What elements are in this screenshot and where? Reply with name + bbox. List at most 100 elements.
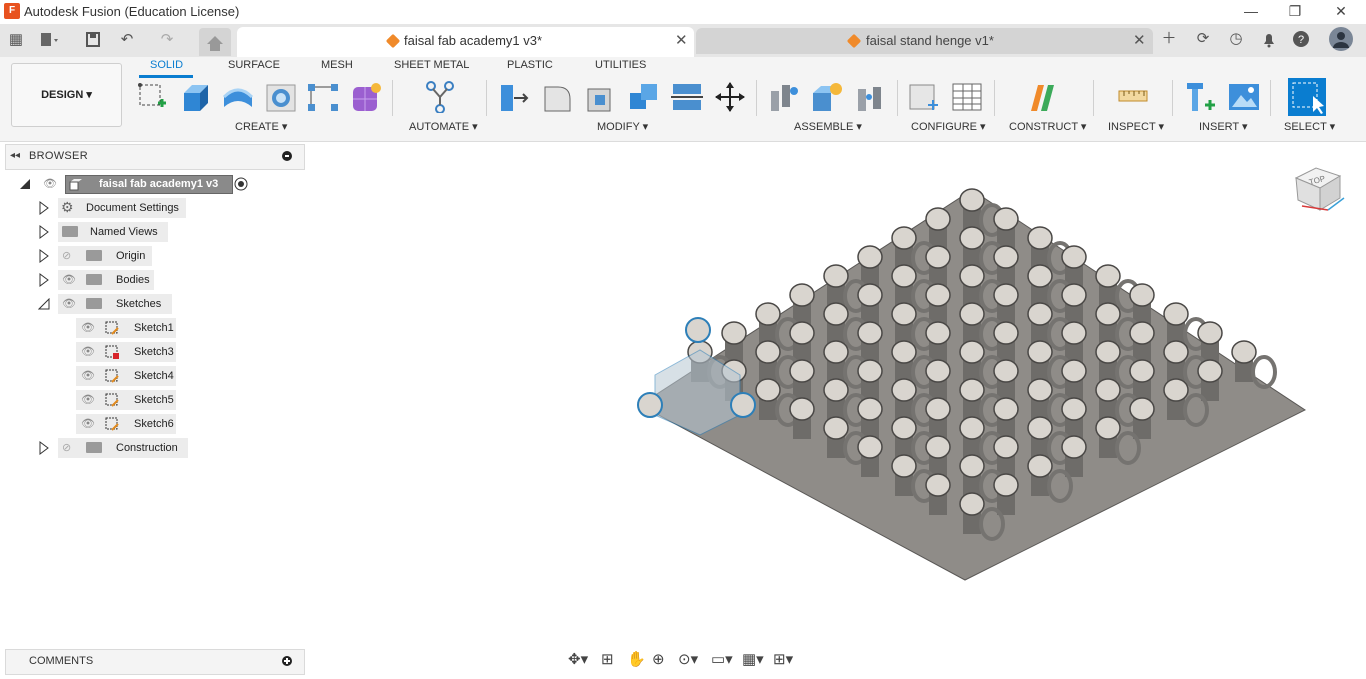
browser-item-document-settings[interactable]: ⚙ Document Settings [58,198,186,218]
press-pull-icon[interactable] [498,81,530,113]
browser-item-sketch6[interactable]: 👁 Sketch6 [76,414,176,434]
insert-image-icon[interactable] [1228,81,1260,113]
browser-item-sketches[interactable]: 👁 Sketches [58,294,172,314]
collapse-arrow-icon[interactable] [19,178,31,190]
close-tab-icon[interactable]: ✕ [675,31,688,49]
joint-icon[interactable] [768,81,800,113]
maximize-button[interactable]: ❐ [1272,0,1318,24]
insert-menu[interactable]: INSERT ▾ [1199,120,1248,133]
modify-menu[interactable]: MODIFY ▾ [597,120,648,133]
split-body-icon[interactable] [671,81,703,113]
expand-arrow-icon[interactable] [39,249,49,263]
assemble-menu[interactable]: ASSEMBLE ▾ [794,120,862,133]
insert-mcmaster-icon[interactable] [1185,81,1217,113]
tab-utilities[interactable]: UTILITIES [595,59,646,71]
visibility-eye-icon[interactable]: 👁 [81,345,95,358]
display-settings-icon[interactable]: ▭▾ [711,650,733,668]
add-comment-icon[interactable] [282,656,292,666]
browser-item-origin[interactable]: ⊘ Origin [58,246,152,266]
configure-menu[interactable]: CONFIGURE ▾ [911,120,986,133]
tab-faisal-fab-academy1[interactable]: faisal fab academy1 v3* ✕ [237,27,694,57]
offset-plane-icon[interactable] [1028,81,1060,113]
close-window-button[interactable]: ✕ [1318,0,1364,24]
tab-surface[interactable]: SURFACE [228,59,280,71]
undo-icon[interactable]: ↶ [116,30,138,50]
close-tab-icon[interactable]: ✕ [1133,31,1146,49]
automate-menu[interactable]: AUTOMATE ▾ [409,120,478,133]
expand-arrow-icon[interactable] [39,441,49,455]
visibility-eye-icon[interactable]: 👁 [81,393,95,406]
pan-hand-icon[interactable]: ✋ [627,650,646,668]
orbit-constrained-icon[interactable]: ✥▾ [568,650,588,668]
home-button[interactable] [199,28,231,56]
create-menu[interactable]: CREATE ▾ [235,120,287,133]
history-clock-icon[interactable]: ◷ [1225,29,1247,49]
viewcube[interactable]: TOP [1290,160,1348,218]
select-icon[interactable] [1288,78,1326,116]
visibility-eye-icon[interactable]: 👁 [43,177,57,190]
hidden-eye-icon[interactable]: ⊘ [62,249,71,262]
tab-mesh[interactable]: MESH [321,59,353,71]
user-avatar-icon[interactable] [1329,27,1353,51]
tab-faisal-stand-henge[interactable]: faisal stand henge v1* ✕ [696,28,1153,54]
browser-item-bodies[interactable]: 👁 Bodies [58,270,154,290]
move-icon[interactable] [714,81,746,113]
select-menu[interactable]: SELECT ▾ [1284,120,1335,133]
redo-icon[interactable]: ↷ [156,30,178,50]
browser-item-sketch3[interactable]: 👁 Sketch3 [76,342,176,362]
expand-arrow-icon[interactable] [39,201,49,215]
combine-icon[interactable] [628,81,660,113]
measure-icon[interactable] [1117,81,1149,113]
pattern-icon[interactable] [307,81,339,113]
job-status-icon[interactable]: ⟳ [1192,29,1214,49]
save-icon[interactable] [82,30,104,50]
browser-item-sketch4[interactable]: 👁 Sketch4 [76,366,176,386]
visibility-eye-icon[interactable]: 👁 [62,297,76,310]
configure-table-icon[interactable] [951,81,983,113]
grid-settings-icon[interactable]: ▦▾ [742,650,764,668]
file-menu-icon[interactable] [38,30,60,50]
activate-radio-icon[interactable] [234,177,248,191]
hole-icon[interactable] [265,81,297,113]
collapse-arrow-icon[interactable] [38,298,50,310]
hidden-eye-icon[interactable]: ⊘ [62,441,71,454]
create-sketch-icon[interactable] [136,81,168,113]
construct-menu[interactable]: CONSTRUCT ▾ [1009,120,1086,133]
data-panel-grid-icon[interactable]: ▦ [5,30,27,50]
look-at-icon[interactable]: ⊞ [601,650,614,668]
as-built-joint-icon[interactable] [855,81,887,113]
browser-item-sketch5[interactable]: 👁 Sketch5 [76,390,176,410]
visibility-eye-icon[interactable]: 👁 [62,273,76,286]
viewports-icon[interactable]: ⊞▾ [773,650,793,668]
browser-item-named-views[interactable]: Named Views [58,222,168,242]
extrude-icon[interactable] [180,81,212,113]
browser-minimize-icon[interactable] [282,151,292,161]
help-icon[interactable]: ? [1290,29,1312,49]
visibility-eye-icon[interactable]: 👁 [81,369,95,382]
workspace-switcher-button[interactable]: DESIGN ▾ [11,63,122,127]
browser-item-construction[interactable]: ⊘ Construction [58,438,188,458]
shell-icon[interactable] [585,81,617,113]
inspect-menu[interactable]: INSPECT ▾ [1108,120,1164,133]
hexagon-stand-model[interactable] [600,160,1320,600]
expand-arrow-icon[interactable] [39,273,49,287]
browser-item-sketch1[interactable]: 👁 Sketch1 [76,318,176,338]
zoom-icon[interactable]: ⊕ [652,650,665,668]
new-component-icon[interactable] [811,81,843,113]
automate-icon[interactable] [424,81,456,113]
collapse-panel-icon[interactable]: ◂◂ [10,150,20,161]
tab-sheet-metal[interactable]: SHEET METAL [394,59,469,71]
new-tab-plus-icon[interactable]: ＋ [1158,29,1180,49]
form-icon[interactable] [350,81,382,113]
parameters-icon[interactable] [908,81,940,113]
revolve-icon[interactable] [222,81,254,113]
visibility-eye-icon[interactable]: 👁 [81,417,95,430]
browser-root-node[interactable]: faisal fab academy1 v3 [65,175,233,194]
tab-plastic[interactable]: PLASTIC [507,59,553,71]
expand-arrow-icon[interactable] [39,225,49,239]
minimize-button[interactable]: — [1228,0,1274,24]
tab-solid[interactable]: SOLID [150,59,183,71]
fit-window-icon[interactable]: ⊙▾ [678,650,698,668]
notifications-bell-icon[interactable] [1258,29,1280,49]
visibility-eye-icon[interactable]: 👁 [81,321,95,334]
